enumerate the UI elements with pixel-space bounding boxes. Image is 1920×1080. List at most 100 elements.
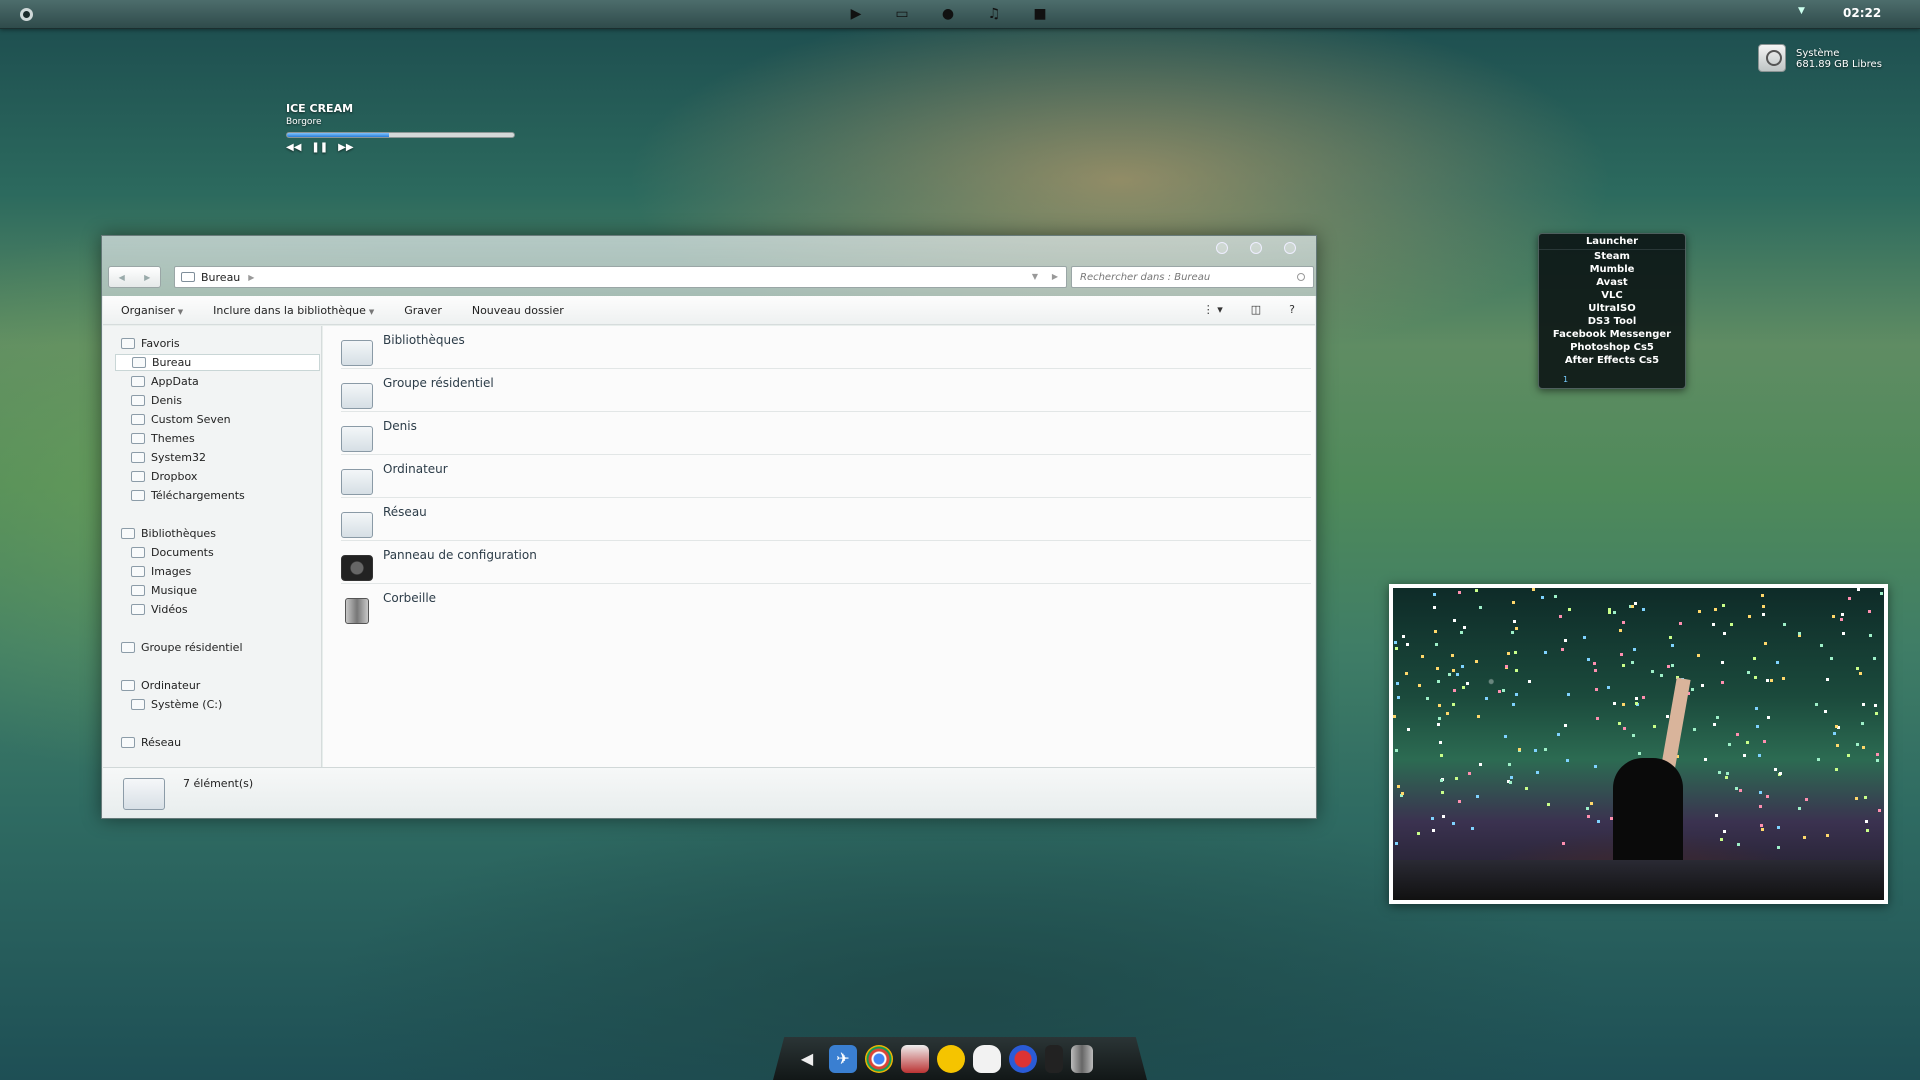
search-box[interactable] <box>1071 266 1314 288</box>
sidebar-item-custom-seven[interactable]: Custom Seven <box>131 411 231 428</box>
launcher-item-avast[interactable]: Avast <box>1539 276 1685 289</box>
new-folder-button[interactable]: Nouveau dossier <box>472 304 564 317</box>
sidebar-item-bureau[interactable]: Bureau <box>115 354 320 371</box>
sidebar-item-documents[interactable]: Documents <box>131 544 214 561</box>
include-in-library-menu[interactable]: Inclure dans la bibliothèque ▼ <box>213 304 374 317</box>
list-item[interactable]: Réseau <box>341 498 1311 541</box>
list-item[interactable]: Panneau de configuration <box>341 541 1311 584</box>
confetti-piece <box>1713 722 1717 726</box>
package-icon[interactable] <box>901 1044 929 1073</box>
item-label: Bibliothèques <box>383 333 465 347</box>
firefox-icon[interactable]: ● <box>937 5 959 23</box>
launcher-item-after-effects[interactable]: After Effects Cs5 <box>1539 354 1685 367</box>
sidebar-item-dropbox[interactable]: Dropbox <box>131 468 197 485</box>
sidebar-item-videos[interactable]: Vidéos <box>131 601 188 618</box>
launcher-item-ds3-tool[interactable]: DS3 Tool <box>1539 315 1685 328</box>
next-track-icon[interactable]: ▶▶ <box>338 142 353 153</box>
confetti-piece <box>1832 615 1836 619</box>
list-item[interactable]: Groupe résidentiel <box>341 369 1311 412</box>
sidebar-item-label: Custom Seven <box>151 413 231 426</box>
search-input[interactable] <box>1080 271 1290 283</box>
sidebar-item-favorites[interactable]: Favoris <box>121 335 180 352</box>
organize-menu[interactable]: Organiser ▼ <box>121 304 183 317</box>
confetti-piece <box>1507 762 1511 766</box>
chat-icon[interactable]: ■ <box>1029 5 1051 23</box>
confetti-piece <box>1783 622 1787 626</box>
launcher-item-vlc[interactable]: VLC <box>1539 289 1685 302</box>
launcher-item-mumble[interactable]: Mumble <box>1539 263 1685 276</box>
launcher-item-steam[interactable]: Steam <box>1539 250 1685 263</box>
clock[interactable]: 02:22 <box>1843 6 1881 20</box>
confetti-piece <box>1720 837 1724 841</box>
chrome-icon[interactable] <box>865 1044 893 1073</box>
confetti-piece <box>1633 647 1637 651</box>
list-item[interactable]: Ordinateur <box>341 455 1311 498</box>
sidebar-item-label: Vidéos <box>151 603 188 616</box>
search-icon[interactable] <box>1297 273 1305 281</box>
sidebar-item-systeme-c[interactable]: Système (C:) <box>131 696 222 713</box>
trash-icon[interactable] <box>1071 1044 1093 1073</box>
confetti-piece <box>1873 703 1877 707</box>
launcher-page-indicator[interactable]: 1 <box>1563 375 1568 384</box>
sidebar-item-reseau[interactable]: Réseau <box>121 734 181 751</box>
help-button[interactable]: ? <box>1289 303 1295 316</box>
sidebar-item-musique[interactable]: Musique <box>131 582 197 599</box>
play-icon[interactable]: ▶ <box>845 5 867 23</box>
download-icon <box>131 490 145 501</box>
top-bar-app-icons: ▶ ▭ ● ♫ ■ <box>845 5 1051 23</box>
sidebar-item-appdata[interactable]: AppData <box>131 373 199 390</box>
sidebar-item-telechargements[interactable]: Téléchargements <box>131 487 245 504</box>
sidebar-item-system32[interactable]: System32 <box>131 449 206 466</box>
address-bar[interactable]: Bureau ▶ ▼ ▶ <box>174 266 1067 288</box>
list-item[interactable]: Bibliothèques <box>341 326 1311 369</box>
launcher-item-photoshop[interactable]: Photoshop Cs5 <box>1539 341 1685 354</box>
launcher-item-ultraiso[interactable]: UltraISO <box>1539 302 1685 315</box>
list-item[interactable]: Denis <box>341 412 1311 455</box>
previous-track-icon[interactable]: ◀◀ <box>286 142 301 153</box>
forward-arrow-icon[interactable]: ▶ <box>144 273 150 282</box>
view-options-icon[interactable]: ⋮ ▾ <box>1203 303 1223 316</box>
minimize-button[interactable] <box>1216 242 1228 254</box>
confetti-piece <box>1497 690 1501 694</box>
progress-bar[interactable] <box>286 132 515 138</box>
pictures-icon <box>131 566 145 577</box>
confetti-piece <box>1505 664 1509 668</box>
maximize-button[interactable] <box>1250 242 1262 254</box>
refresh-arrow-icon[interactable]: ▶ <box>1052 272 1058 281</box>
confetti-piece <box>1830 656 1834 660</box>
list-item[interactable]: Corbeille <box>341 584 1311 627</box>
tray-expand-icon[interactable]: ▼ <box>1798 6 1805 16</box>
folder-icon[interactable]: ▭ <box>891 5 913 23</box>
superman-icon[interactable] <box>1009 1044 1037 1073</box>
hard-drive-icon <box>131 699 145 710</box>
breadcrumb-arrow-icon[interactable]: ▶ <box>248 273 254 282</box>
sidebar-item-images[interactable]: Images <box>131 563 191 580</box>
telegram-icon[interactable]: ◀ <box>793 1045 821 1073</box>
burn-button[interactable]: Graver <box>404 304 442 317</box>
launcher-item-facebook-messenger[interactable]: Facebook Messenger <box>1539 328 1685 341</box>
user-folder-icon <box>131 395 145 406</box>
music-icon[interactable]: ♫ <box>983 5 1005 23</box>
confetti-piece <box>1650 669 1654 673</box>
xcode-icon[interactable]: ✈ <box>829 1044 857 1073</box>
address-text[interactable]: Bureau <box>201 271 240 284</box>
sidebar-item-groupe-residentiel[interactable]: Groupe résidentiel <box>121 639 243 656</box>
stormtrooper-icon[interactable] <box>973 1044 1001 1073</box>
duck-icon[interactable] <box>937 1044 965 1073</box>
main-menu-icon[interactable] <box>20 8 33 21</box>
history-dropdown-icon[interactable]: ▼ <box>1032 272 1038 281</box>
sidebar-item-bibliotheques[interactable]: Bibliothèques <box>121 525 216 542</box>
confetti-piece <box>1773 768 1777 772</box>
sidebar-item-denis[interactable]: Denis <box>131 392 182 409</box>
launcher-widget: Launcher Steam Mumble Avast VLC UltraISO… <box>1538 233 1686 389</box>
sidebar-item-themes[interactable]: Themes <box>131 430 195 447</box>
close-button[interactable] <box>1284 242 1296 254</box>
confetti-piece <box>1608 611 1612 615</box>
back-arrow-icon[interactable]: ◀ <box>119 273 125 282</box>
preview-pane-icon[interactable]: ◫ <box>1251 303 1261 316</box>
sidebar-item-ordinateur[interactable]: Ordinateur <box>121 677 200 694</box>
confetti-piece <box>1816 758 1820 762</box>
pause-icon[interactable]: ❚❚ <box>311 142 328 153</box>
confetti-piece <box>1724 775 1728 779</box>
terminal-icon[interactable] <box>1045 1044 1063 1073</box>
